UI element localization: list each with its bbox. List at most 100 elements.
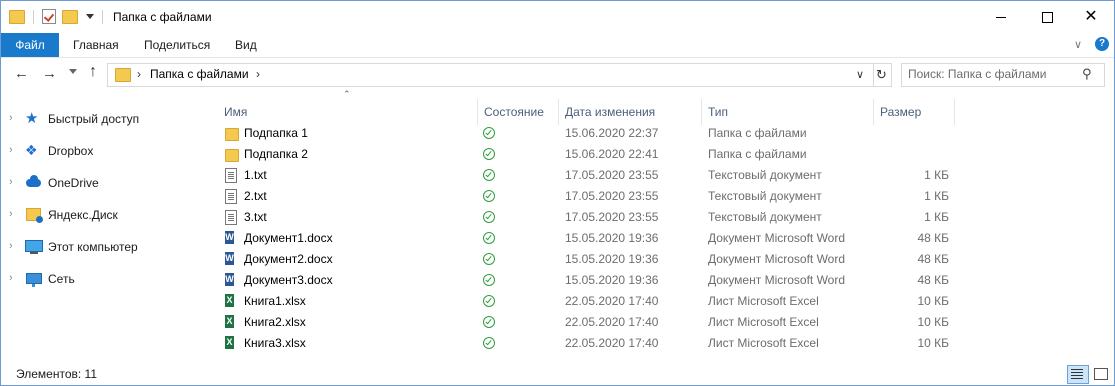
file-size: 1 КБ (924, 210, 949, 224)
file-row[interactable]: X Книга3.xlsx 22.05.2020 17:40 Лист Micr… (209, 333, 1109, 354)
file-type: Лист Microsoft Excel (708, 315, 819, 329)
nav-item-network[interactable]: › Сеть (1, 267, 201, 291)
file-date: 17.05.2020 23:55 (565, 189, 659, 203)
customize-toolbar-chevron-icon[interactable] (86, 14, 94, 19)
sync-ok-icon (483, 211, 495, 223)
properties-icon[interactable] (42, 9, 56, 24)
word-document-icon: W (225, 231, 241, 245)
folder-icon (225, 128, 239, 141)
up-arrow-icon[interactable]: ↑ (89, 63, 97, 81)
file-name: Книга2.xlsx (244, 315, 306, 329)
file-row[interactable]: X Книга2.xlsx 22.05.2020 17:40 Лист Micr… (209, 312, 1109, 333)
file-date: 17.05.2020 23:55 (565, 210, 659, 224)
tab-home[interactable]: Главная (69, 33, 123, 57)
folder-icon[interactable] (9, 9, 25, 24)
file-row[interactable]: Подпапка 1 15.06.2020 22:37 Папка с файл… (209, 123, 1109, 144)
expand-chevron-icon[interactable]: › (9, 208, 13, 220)
file-row[interactable]: W Документ2.docx 15.05.2020 19:36 Докуме… (209, 249, 1109, 270)
expand-chevron-icon[interactable]: › (9, 144, 13, 156)
file-name: Документ2.docx (244, 252, 333, 266)
large-icons-view-icon[interactable] (1091, 365, 1109, 382)
forward-arrow-icon[interactable]: → (42, 65, 57, 82)
address-bar[interactable]: › Папка с файлами › ∨ (107, 63, 874, 87)
expand-chevron-icon[interactable]: › (9, 272, 13, 284)
nav-item-quick-access[interactable]: › ★ Быстрый доступ (1, 107, 201, 131)
help-icon[interactable]: ? (1095, 37, 1109, 51)
expand-chevron-icon[interactable]: › (9, 176, 13, 188)
sync-ok-icon (483, 232, 495, 244)
file-type: Лист Microsoft Excel (708, 336, 819, 350)
file-size (899, 123, 949, 144)
column-divider[interactable] (701, 99, 702, 125)
file-name: 1.txt (244, 168, 267, 182)
file-row[interactable]: Подпапка 2 15.06.2020 22:41 Папка с файл… (209, 144, 1109, 165)
back-arrow-icon[interactable]: ← (14, 65, 29, 82)
onedrive-cloud-icon (25, 175, 42, 190)
recent-locations-chevron-icon[interactable] (69, 69, 77, 74)
expand-chevron-icon[interactable]: › (9, 112, 13, 124)
navigation-bar: ← → ↑ › Папка с файлами › ∨ ↻ ⚲ (1, 59, 1114, 89)
close-button[interactable]: ✕ (1068, 1, 1114, 33)
tab-file[interactable]: Файл (1, 33, 59, 57)
sync-ok-icon (483, 316, 495, 328)
file-name: Подпапка 1 (244, 126, 308, 140)
breadcrumb-separator[interactable]: › (256, 67, 260, 81)
file-type: Текстовый документ (708, 189, 822, 203)
file-row[interactable]: 2.txt 17.05.2020 23:55 Текстовый докумен… (209, 186, 1109, 207)
file-type: Документ Microsoft Word (708, 231, 846, 245)
nav-item-label: Сеть (48, 272, 75, 286)
file-type: Документ Microsoft Word (708, 252, 846, 266)
expand-chevron-icon[interactable]: › (9, 240, 13, 252)
breadcrumb-current-folder[interactable]: Папка с файлами (150, 67, 249, 81)
column-divider[interactable] (558, 99, 559, 125)
item-count: Элементов: 11 (16, 367, 97, 381)
file-row[interactable]: W Документ3.docx 15.05.2020 19:36 Докуме… (209, 270, 1109, 291)
file-size: 10 КБ (917, 315, 949, 329)
file-date: 15.05.2020 19:36 (565, 273, 659, 287)
expand-ribbon-chevron-icon[interactable]: ∨ (1074, 38, 1082, 51)
sync-ok-icon (483, 295, 495, 307)
file-row[interactable]: W Документ1.docx 15.05.2020 19:36 Докуме… (209, 228, 1109, 249)
maximize-button[interactable] (1024, 1, 1070, 33)
file-date: 22.05.2020 17:40 (565, 336, 659, 350)
column-divider[interactable] (873, 99, 874, 125)
file-type: Текстовый документ (708, 210, 822, 224)
file-row[interactable]: 3.txt 17.05.2020 23:55 Текстовый докумен… (209, 207, 1109, 228)
file-name: Книга1.xlsx (244, 294, 306, 308)
search-icon[interactable]: ⚲ (1082, 66, 1092, 82)
nav-item-label: OneDrive (48, 176, 99, 190)
star-icon: ★ (25, 110, 39, 127)
file-list: ⌃ Имя Состояние Дата изменения Тип Разме… (209, 89, 1114, 361)
navigation-pane: › ★ Быстрый доступ › ❖ Dropbox › OneDriv… (1, 99, 201, 359)
nav-item-yandex-disk[interactable]: › Яндекс.Диск (1, 203, 201, 227)
nav-item-this-pc[interactable]: › Этот компьютер (1, 235, 201, 259)
maximize-icon (1041, 11, 1053, 23)
status-bar: Элементов: 11 (1, 363, 1114, 385)
details-view-icon[interactable] (1067, 365, 1089, 384)
excel-workbook-icon: X (225, 315, 241, 329)
computer-icon (25, 239, 43, 254)
file-row[interactable]: X Книга1.xlsx 22.05.2020 17:40 Лист Micr… (209, 291, 1109, 312)
column-divider[interactable] (954, 99, 955, 125)
text-file-icon (225, 210, 237, 225)
nav-item-onedrive[interactable]: › OneDrive (1, 171, 201, 195)
search-input[interactable] (908, 66, 1078, 82)
tab-share[interactable]: Поделиться (140, 33, 214, 57)
nav-item-dropbox[interactable]: › ❖ Dropbox (1, 139, 201, 163)
quick-access-toolbar (9, 9, 105, 24)
network-icon (25, 271, 42, 287)
refresh-icon[interactable]: ↻ (872, 63, 892, 87)
search-box[interactable]: ⚲ (901, 63, 1105, 87)
sync-ok-icon (483, 169, 495, 181)
breadcrumb-separator[interactable]: › (137, 67, 141, 81)
file-row[interactable]: 1.txt 17.05.2020 23:55 Текстовый докумен… (209, 165, 1109, 186)
ribbon-tabs: Файл Главная Поделиться Вид ∨ ? (1, 33, 1114, 58)
text-file-icon (225, 168, 237, 183)
column-divider[interactable] (477, 99, 478, 125)
title-bar[interactable]: Папка с файлами ✕ (1, 1, 1114, 33)
toolbar-divider (102, 9, 103, 24)
minimize-button[interactable] (978, 1, 1024, 33)
address-history-chevron-icon[interactable]: ∨ (856, 68, 864, 81)
new-folder-icon[interactable] (62, 9, 78, 24)
tab-view[interactable]: Вид (231, 33, 261, 57)
